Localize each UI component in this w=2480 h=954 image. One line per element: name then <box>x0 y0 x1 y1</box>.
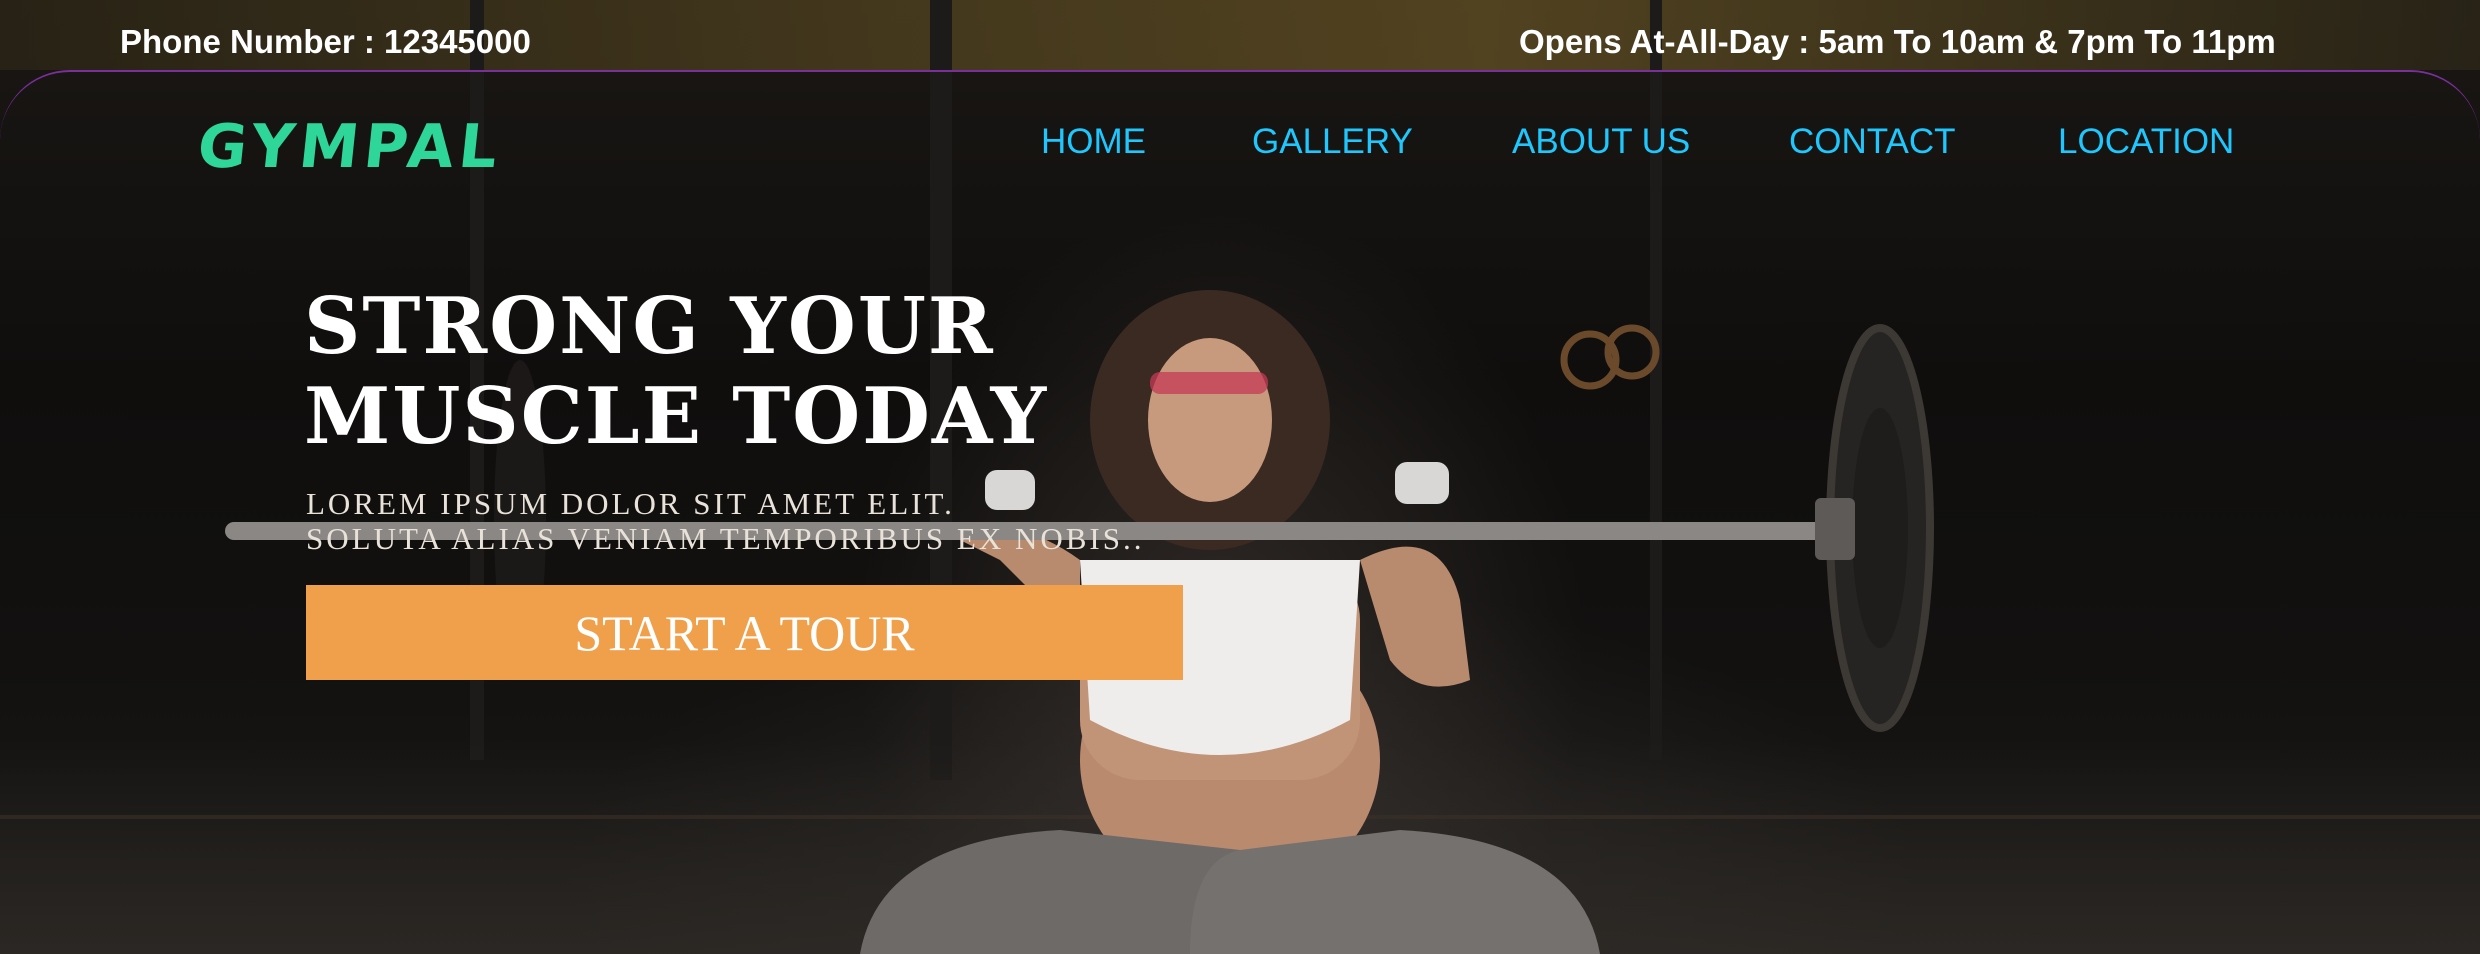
hero-subtitle: LOREM IPSUM DOLOR SIT AMET ELIT. SOLUTA … <box>306 486 1144 556</box>
opening-hours-text: Opens At-All-Day : 5am To 10am & 7pm To … <box>1519 23 2276 60</box>
nav-contact-link[interactable]: CONTACT <box>1789 122 1956 162</box>
face-paint <box>1150 372 1268 394</box>
hero-title-line: MUSCLE TODAY <box>304 371 1049 462</box>
start-tour-button[interactable]: START A TOUR <box>306 585 1183 680</box>
barbell-collar <box>1815 498 1855 560</box>
hero-title: STRONG YOUR MUSCLE TODAY <box>304 282 1048 462</box>
site-logo[interactable]: GYMPAL <box>194 112 506 182</box>
hero-title-line: STRONG YOUR <box>304 281 995 372</box>
lifter-leg <box>1190 830 1600 954</box>
hero-subtitle-line: LOREM IPSUM DOLOR SIT AMET ELIT. <box>306 486 955 521</box>
nav-location-link[interactable]: LOCATION <box>2058 122 2234 162</box>
landing-page: Phone Number : 12345000 Opens At-All-Day… <box>0 0 2480 954</box>
wrist-wrap <box>1395 462 1449 504</box>
nav-home-link[interactable]: HOME <box>1041 122 1146 162</box>
phone-number-text: Phone Number : 12345000 <box>120 23 531 60</box>
nav-gallery-link[interactable]: GALLERY <box>1252 122 1413 162</box>
lifter-face <box>1148 338 1272 502</box>
lifter-arm <box>1360 546 1470 687</box>
hero-subtitle-line: SOLUTA ALIAS VENIAM TEMPORIBUS EX NOBIS.… <box>306 521 1145 556</box>
nav-about-us-link[interactable]: ABOUT US <box>1512 122 1690 162</box>
weight-plate-inner <box>1852 408 1908 648</box>
